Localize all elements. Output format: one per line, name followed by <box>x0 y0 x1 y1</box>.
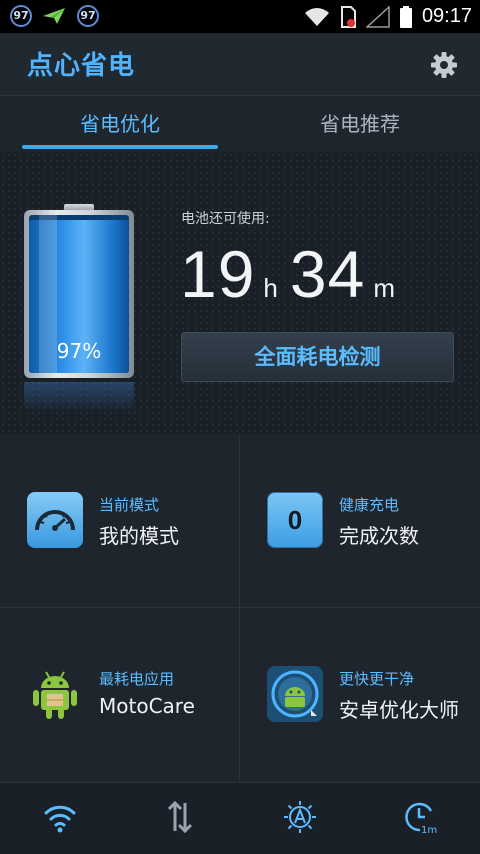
status-bar: 97 97 09:17 <box>0 0 480 33</box>
battery-icon <box>399 5 412 28</box>
status-time: 09:17 <box>421 5 472 27</box>
battery-graphic: 97% <box>24 204 134 380</box>
notification-badge-icon: 97 <box>77 5 99 27</box>
tile-caption: 健康充电 <box>339 496 400 514</box>
remaining-time: 19 h 34 m <box>180 236 407 316</box>
app-title: 点心省电 <box>27 51 136 81</box>
timeout-label: 1m <box>421 825 437 835</box>
top-consumer-tile[interactable]: 最耗电应用 MotoCare <box>0 608 240 782</box>
tile-caption: 最耗电应用 <box>99 670 175 688</box>
signal-icon <box>365 5 390 28</box>
notification-badge-icon: 97 <box>10 5 32 27</box>
remaining-label: 电池还可使用: <box>181 211 270 227</box>
tile-caption: 当前模式 <box>99 496 160 514</box>
wifi-toggle-icon[interactable] <box>42 799 78 835</box>
quick-toggle-bar: 1m <box>0 782 480 854</box>
full-detection-button[interactable]: 全面耗电检测 <box>181 332 454 382</box>
minutes-unit: m <box>373 273 395 303</box>
screen-timeout-icon[interactable]: 1m <box>402 799 438 835</box>
feature-grid: 当前模式 我的模式 0 健康充电 完成次数 最耗电应用 MotoCare 更快更… <box>0 434 480 782</box>
data-toggle-icon[interactable] <box>162 799 198 835</box>
brightness-auto-icon[interactable] <box>282 799 318 835</box>
tab-recommend[interactable]: 省电推荐 <box>240 96 480 152</box>
counter-icon: 0 <box>267 492 323 548</box>
healthy-charge-tile[interactable]: 0 健康充电 完成次数 <box>240 434 480 608</box>
battery-reflection <box>24 382 134 412</box>
current-mode-tile[interactable]: 当前模式 我的模式 <box>0 434 240 608</box>
app-header: 点心省电 <box>0 33 480 96</box>
hours-value: 19 <box>180 237 256 311</box>
paper-plane-icon <box>43 8 65 24</box>
tab-bar: 省电优化 省电推荐 <box>0 96 480 152</box>
tile-title: 完成次数 <box>339 524 419 548</box>
minutes-value: 34 <box>289 237 366 311</box>
optimizer-app-icon <box>267 666 323 722</box>
gear-icon[interactable] <box>430 51 458 79</box>
hours-unit: h <box>263 273 278 303</box>
battery-panel: 97% 电池还可使用: 19 h 34 m 全面耗电检测 <box>0 152 480 435</box>
android-app-icon <box>33 671 77 719</box>
speedometer-icon <box>27 492 83 548</box>
tab-optimize[interactable]: 省电优化 <box>0 96 240 152</box>
sim-error-icon <box>340 5 356 28</box>
tile-caption: 更快更干净 <box>339 670 415 688</box>
tile-title: 安卓优化大师 <box>339 698 459 722</box>
optimizer-tile[interactable]: 更快更干净 安卓优化大师 <box>240 608 480 782</box>
active-tab-indicator <box>22 145 218 149</box>
battery-percent: 97% <box>56 339 102 363</box>
tile-title: MotoCare <box>99 694 195 718</box>
wifi-icon <box>304 7 329 26</box>
tile-title: 我的模式 <box>99 524 179 548</box>
